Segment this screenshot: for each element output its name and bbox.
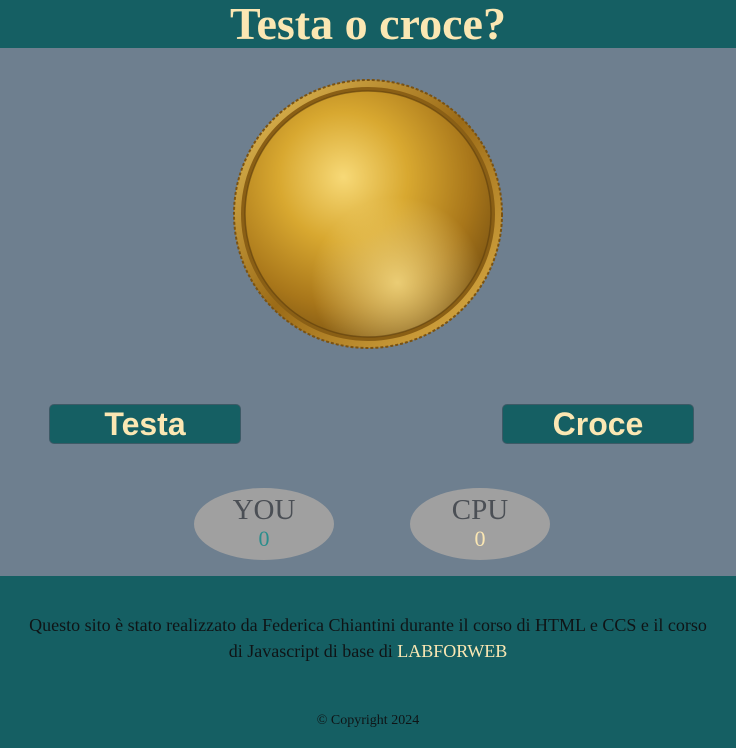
gold-coin-icon xyxy=(232,78,504,350)
game-area: Testa Croce YOU 0 CPU 0 xyxy=(0,48,736,576)
footer-credits-text: Questo sito è stato realizzato da Federi… xyxy=(29,615,707,661)
cpu-score-label: CPU xyxy=(451,494,509,526)
page-footer: Questo sito è stato realizzato da Federi… xyxy=(0,576,736,748)
player-score-label: YOU xyxy=(232,494,296,526)
labforweb-link[interactable]: LABFORWEB xyxy=(397,641,507,661)
copyright-notice: © Copyright 2024 xyxy=(316,713,420,728)
player-score-card: YOU 0 xyxy=(194,488,334,560)
tails-button[interactable]: Croce xyxy=(502,404,694,444)
cpu-score-card: CPU 0 xyxy=(410,488,550,560)
heads-button[interactable]: Testa xyxy=(49,404,241,444)
player-score-value: 0 xyxy=(258,526,270,551)
cpu-score-value: 0 xyxy=(474,526,486,551)
footer-credits: Questo sito è stato realizzato da Federi… xyxy=(20,612,716,664)
page-header: Testa o croce? xyxy=(0,0,736,48)
page-title: Testa o croce? xyxy=(230,0,506,49)
